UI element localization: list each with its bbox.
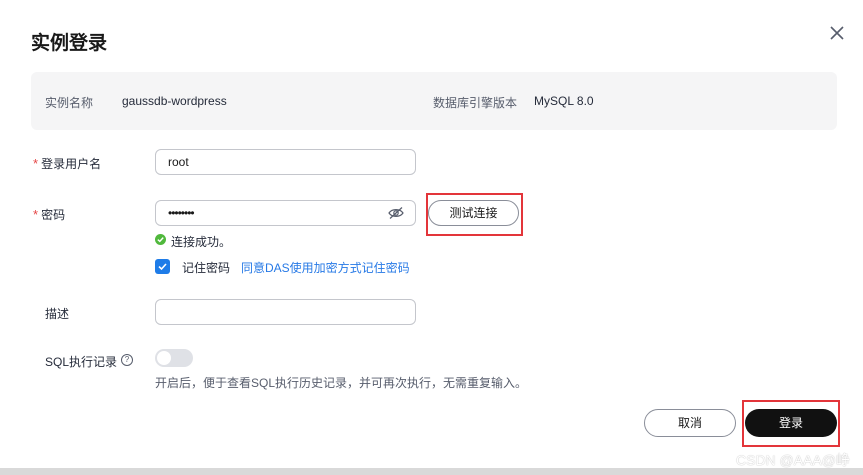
instance-login-dialog: 实例登录 实例名称 gaussdb-wordpress 数据库引擎版本 MySQ… (0, 0, 863, 468)
cancel-button[interactable]: 取消 (644, 409, 736, 437)
sql-record-toggle[interactable] (155, 349, 193, 367)
help-icon[interactable]: ? (121, 354, 133, 366)
eye-hidden-icon[interactable] (388, 206, 404, 220)
highlight-box-login (742, 400, 840, 447)
required-asterisk: * (33, 207, 39, 222)
instance-name-value: gaussdb-wordpress (122, 94, 227, 108)
watermark: CSDN @AAA@峥 (736, 452, 850, 468)
remember-password-label: 记住密码 (182, 261, 231, 275)
sql-record-hint: 开启后，便于查看SQL执行历史记录，并可再次执行，无需重复输入。 (155, 376, 528, 390)
success-check-icon (155, 234, 166, 245)
sql-record-label: SQL执行记录 (45, 355, 118, 369)
highlight-box-test (426, 193, 523, 236)
dialog-title: 实例登录 (31, 33, 108, 54)
description-input[interactable] (155, 299, 416, 325)
username-label-row: * 登录用户名 (33, 155, 101, 172)
password-input[interactable]: •••••••• (155, 200, 416, 226)
toggle-knob (157, 351, 171, 365)
username-input[interactable]: root (155, 149, 416, 175)
username-label: 登录用户名 (41, 157, 102, 171)
engine-version-label: 数据库引擎版本 (433, 96, 518, 110)
close-icon[interactable] (826, 22, 848, 44)
required-asterisk: * (33, 156, 39, 171)
remember-password-checkbox[interactable] (155, 259, 170, 274)
engine-version-value: MySQL 8.0 (534, 94, 594, 108)
agreement-link[interactable]: 同意DAS使用加密方式记住密码 (241, 259, 410, 276)
password-label-row: * 密码 (33, 206, 65, 223)
description-label: 描述 (45, 307, 70, 321)
password-label: 密码 (41, 208, 66, 222)
background-strip (0, 468, 863, 475)
instance-name-label: 实例名称 (45, 96, 94, 110)
connection-status: 连接成功。 (171, 235, 232, 249)
